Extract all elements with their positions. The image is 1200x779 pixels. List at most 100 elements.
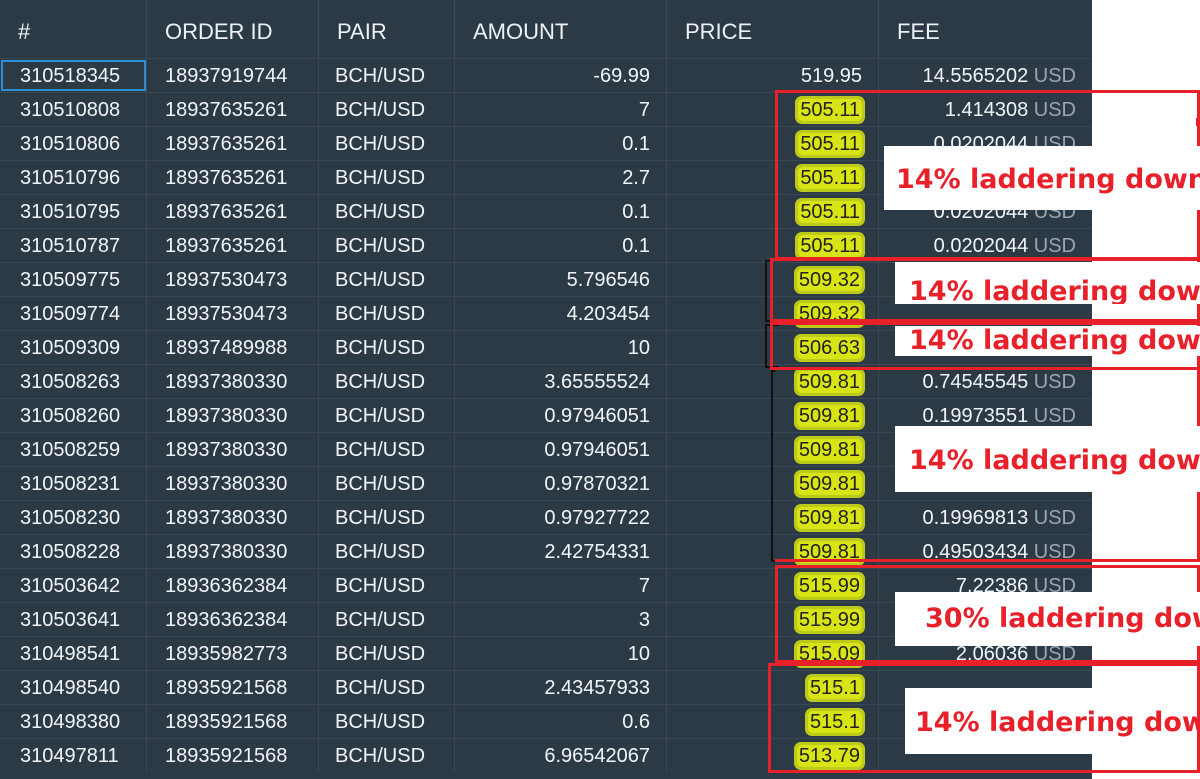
pair-cell: BCH/USD: [319, 399, 455, 432]
pair-cell: BCH/USD: [319, 127, 455, 160]
pair-cell: BCH/USD: [319, 467, 455, 500]
order-id-cell: 18937380330: [147, 365, 319, 398]
order-id-cell: 18935921568: [147, 739, 319, 772]
amount-cell: 0.97946051: [455, 399, 667, 432]
order-id-cell: 18936362384: [147, 603, 319, 636]
amount-cell: 10: [455, 331, 667, 364]
pair-cell: BCH/USD: [319, 161, 455, 194]
trade-id-cell[interactable]: 310508260: [0, 399, 147, 432]
order-id-cell: 18937380330: [147, 467, 319, 500]
amount-cell: 0.1: [455, 229, 667, 262]
pair-cell: BCH/USD: [319, 365, 455, 398]
col-header-order-id[interactable]: ORDER ID: [147, 0, 319, 58]
pair-cell: BCH/USD: [319, 535, 455, 568]
pair-cell: BCH/USD: [319, 331, 455, 364]
order-id-cell: 18935921568: [147, 705, 319, 738]
table-header: # ORDER ID PAIR AMOUNT PRICE FEE: [0, 0, 1092, 58]
amount-cell: 2.43457933: [455, 671, 667, 704]
trade-id-cell[interactable]: 310509774: [0, 297, 147, 330]
trade-id-cell[interactable]: 310498540: [0, 671, 147, 704]
fee-cell: 14.5565202 USD: [879, 59, 1092, 92]
order-id-cell: 18937530473: [147, 297, 319, 330]
annotation-label-2: 14% laddering down: [895, 262, 1200, 304]
annotation-label-3: 14% laddering down: [895, 326, 1200, 356]
trade-id-cell[interactable]: 310508259: [0, 433, 147, 466]
order-id-cell: 18937919744: [147, 59, 319, 92]
trade-id-cell[interactable]: 310509309: [0, 331, 147, 364]
pair-cell: BCH/USD: [319, 93, 455, 126]
trade-id-cell[interactable]: 310498541: [0, 637, 147, 670]
amount-cell: 0.97927722: [455, 501, 667, 534]
table-row[interactable]: 310518345 18937919744 BCH/USD -69.99 519.95 1…: [0, 58, 1092, 92]
annotation-label-5: 30% laddering down: [895, 592, 1200, 646]
trade-id-cell[interactable]: 310510796: [0, 161, 147, 194]
col-header-price[interactable]: PRICE: [667, 0, 879, 58]
trade-id-cell[interactable]: 310508263: [0, 365, 147, 398]
pair-cell: BCH/USD: [319, 637, 455, 670]
amount-cell: -69.99: [455, 59, 667, 92]
amount-cell: 7: [455, 93, 667, 126]
order-id-cell: 18937635261: [147, 195, 319, 228]
order-id-cell: 18937635261: [147, 229, 319, 262]
order-id-cell: 18937530473: [147, 263, 319, 296]
pair-cell: BCH/USD: [319, 739, 455, 772]
order-id-cell: 18935921568: [147, 671, 319, 704]
trade-id-cell[interactable]: 310497811: [0, 739, 147, 772]
amount-cell: 0.1: [455, 195, 667, 228]
col-header-amount[interactable]: AMOUNT: [455, 0, 667, 58]
order-id-cell: 18937489988: [147, 331, 319, 364]
amount-cell: 2.7: [455, 161, 667, 194]
order-id-cell: 18937380330: [147, 535, 319, 568]
pair-cell: BCH/USD: [319, 501, 455, 534]
pair-cell: BCH/USD: [319, 59, 455, 92]
amount-cell: 6.96542067: [455, 739, 667, 772]
order-id-cell: 18937380330: [147, 501, 319, 534]
pair-cell: BCH/USD: [319, 705, 455, 738]
order-id-cell: 18935982773: [147, 637, 319, 670]
col-header-fee[interactable]: FEE: [879, 0, 1092, 58]
pair-cell: BCH/USD: [319, 603, 455, 636]
amount-cell: 7: [455, 569, 667, 602]
pair-cell: BCH/USD: [319, 195, 455, 228]
trade-id-cell[interactable]: 310508230: [0, 501, 147, 534]
amount-cell: 0.97946051: [455, 433, 667, 466]
trade-id-cell[interactable]: 310508231: [0, 467, 147, 500]
trade-id-cell[interactable]: 310510808: [0, 93, 147, 126]
annotation-label-6: 14% laddering down: [905, 688, 1200, 754]
order-id-cell: 18937635261: [147, 161, 319, 194]
pair-cell: BCH/USD: [319, 229, 455, 262]
trade-id-cell[interactable]: 310509775: [0, 263, 147, 296]
amount-cell: 0.97870321: [455, 467, 667, 500]
trade-id-cell[interactable]: 310518345: [0, 59, 147, 92]
amount-cell: 4.203454: [455, 297, 667, 330]
fee-currency: USD: [1033, 65, 1076, 87]
amount-cell: 10: [455, 637, 667, 670]
col-header-pair[interactable]: PAIR: [319, 0, 455, 58]
amount-cell: 0.1: [455, 127, 667, 160]
trade-id-cell[interactable]: 310503642: [0, 569, 147, 602]
price-cell: 519.95: [667, 59, 879, 92]
pair-cell: BCH/USD: [319, 671, 455, 704]
pair-cell: BCH/USD: [319, 263, 455, 296]
fee-value: 14.5565202: [922, 65, 1029, 87]
amount-cell: 3.65555524: [455, 365, 667, 398]
trade-id-cell[interactable]: 310510806: [0, 127, 147, 160]
order-id-cell: 18936362384: [147, 569, 319, 602]
col-header-number[interactable]: #: [0, 0, 147, 58]
trade-id-cell[interactable]: 310508228: [0, 535, 147, 568]
trade-id-cell[interactable]: 310510787: [0, 229, 147, 262]
order-id-cell: 18937380330: [147, 399, 319, 432]
trade-id-cell[interactable]: 310510795: [0, 195, 147, 228]
pair-cell: BCH/USD: [319, 569, 455, 602]
annotation-label-1: 14% laddering down: [884, 146, 1200, 210]
order-id-cell: 18937635261: [147, 93, 319, 126]
order-id-cell: 18937380330: [147, 433, 319, 466]
trade-id-cell[interactable]: 310503641: [0, 603, 147, 636]
order-id-cell: 18937635261: [147, 127, 319, 160]
trade-id-cell[interactable]: 310498380: [0, 705, 147, 738]
amount-cell: 2.42754331: [455, 535, 667, 568]
amount-cell: 0.6: [455, 705, 667, 738]
annotation-label-4: 14% laddering down: [895, 426, 1200, 492]
amount-cell: 5.796546: [455, 263, 667, 296]
pair-cell: BCH/USD: [319, 297, 455, 330]
